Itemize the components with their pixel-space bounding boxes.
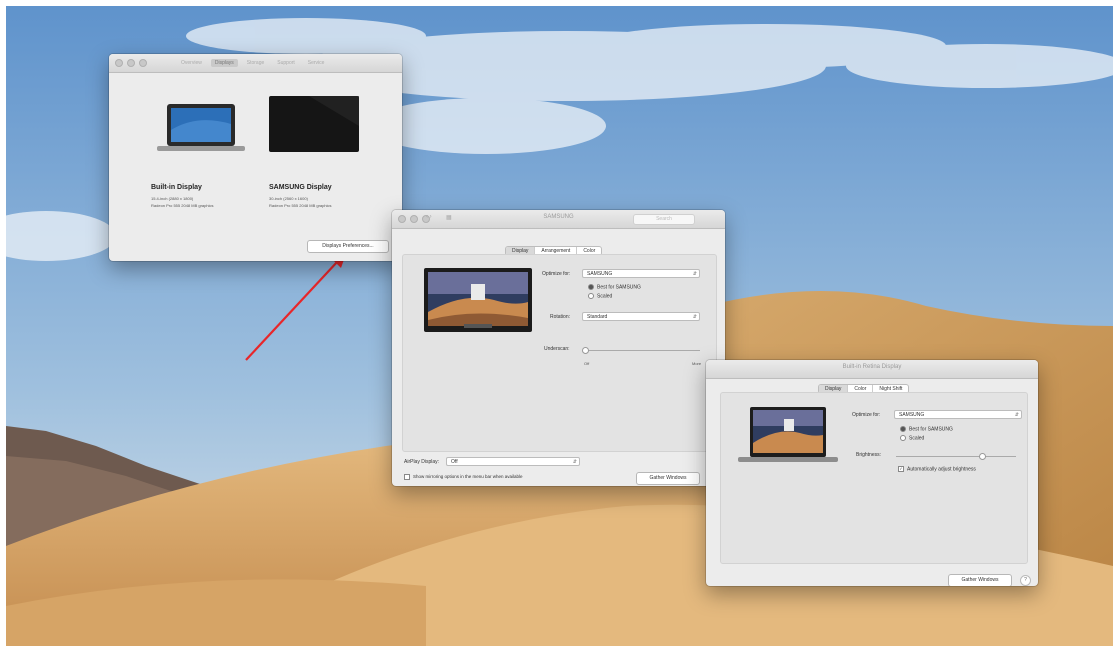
- airplay-select[interactable]: Off ⇵: [446, 457, 580, 466]
- optimize-label: Optimize for:: [542, 271, 571, 277]
- builtin-radio-scaled-label: Scaled: [909, 435, 925, 442]
- samsung-display-size: 30-inch (2560 x 1600): [269, 196, 308, 201]
- builtin-display-size: 15.4-inch (2880 x 1800): [151, 196, 194, 201]
- builtin-radio-best-label: Best for SAMSUNG: [909, 426, 953, 433]
- zoom-window-icon[interactable]: [139, 59, 147, 67]
- close-window-icon[interactable]: [115, 59, 123, 67]
- select-chevron-icon: ⇵: [572, 459, 577, 465]
- laptop-icon: [157, 104, 245, 151]
- gather-windows-button[interactable]: Gather Windows: [636, 472, 700, 485]
- rotation-label: Rotation:: [550, 314, 571, 320]
- radio-unselected-icon: [900, 435, 906, 441]
- checkbox-checked-icon: ✓: [898, 466, 904, 472]
- underscan-slider-track[interactable]: [584, 350, 700, 351]
- about-titlebar: Overview Displays Storage Support Servic…: [109, 54, 402, 73]
- builtin-radio-best[interactable]: Best for SAMSUNG: [900, 426, 953, 432]
- brightness-label: Brightness:: [856, 452, 882, 458]
- samsung-display-name: SAMSUNG Display: [269, 184, 332, 191]
- radio-scaled-label: Scaled: [597, 293, 613, 300]
- builtin-window-title: Built-in Retina Display: [842, 364, 902, 370]
- select-chevron-icon: ⇵: [692, 314, 697, 320]
- builtin-optimize-value: SAMSUNG: [899, 412, 925, 418]
- screenshot-frame: Overview Displays Storage Support Servic…: [6, 6, 1113, 646]
- gather-windows-button[interactable]: Gather Windows: [948, 574, 1012, 586]
- samsung-titlebar: ‹ › ▦ SAMSUNG Search: [392, 210, 725, 229]
- laptop-preview-icon: [738, 407, 838, 462]
- underscan-more-label: More: [692, 361, 702, 366]
- rotation-select[interactable]: Standard ⇵: [582, 312, 700, 321]
- airplay-select-value: Off: [451, 459, 458, 465]
- underscan-slider-knob[interactable]: [582, 347, 589, 354]
- displays-preferences-button[interactable]: Displays Preferences...: [307, 240, 389, 253]
- builtin-display-name: Built-in Display: [151, 184, 202, 191]
- tab-overview[interactable]: Overview: [177, 59, 206, 67]
- tab-displays[interactable]: Displays: [210, 59, 238, 67]
- arrow-line: [245, 260, 339, 361]
- airplay-label: AirPlay Display:: [404, 459, 440, 465]
- radio-scaled[interactable]: Scaled: [588, 293, 612, 299]
- tab-service[interactable]: Service: [304, 59, 329, 67]
- samsung-display-prefs-window: ‹ › ▦ SAMSUNG Search Display Arrangement…: [392, 210, 725, 486]
- radio-best-label: Best for SAMSUNG: [597, 284, 641, 291]
- radio-best-for-samsung[interactable]: Best for SAMSUNG: [588, 284, 641, 290]
- tab-storage[interactable]: Storage: [243, 59, 269, 67]
- select-chevron-icon: ⇵: [692, 271, 697, 277]
- tab-support[interactable]: Support: [273, 59, 299, 67]
- builtin-titlebar: Built-in Retina Display: [706, 360, 1038, 379]
- window-controls: [115, 59, 147, 67]
- radio-selected-icon: [588, 284, 594, 290]
- monitor-preview-icon: [424, 268, 532, 332]
- builtin-display-prefs-window: Built-in Retina Display Display Color Ni…: [706, 360, 1038, 586]
- search-input[interactable]: Search: [633, 214, 695, 225]
- auto-brightness-checkbox[interactable]: ✓ Automatically adjust brightness: [898, 466, 976, 472]
- help-icon[interactable]: ?: [1020, 575, 1031, 586]
- minimize-window-icon[interactable]: [127, 59, 135, 67]
- about-toolbar-tabs: Overview Displays Storage Support Servic…: [177, 59, 328, 67]
- external-monitor-icon: [269, 96, 359, 152]
- brightness-slider-track[interactable]: [896, 456, 1016, 457]
- about-this-mac-displays-window: Overview Displays Storage Support Servic…: [109, 54, 402, 261]
- select-chevron-icon: ⇵: [1014, 412, 1019, 418]
- builtin-optimize-select[interactable]: SAMSUNG ⇵: [894, 410, 1022, 419]
- checkbox-icon: [404, 474, 410, 480]
- mirroring-option-checkbox[interactable]: Show mirroring options in the menu bar w…: [404, 474, 523, 480]
- rotation-select-value: Standard: [587, 314, 608, 320]
- builtin-display-graphics: Radeon Pro 555 2048 MB graphics: [151, 203, 214, 208]
- mirroring-option-label: Show mirroring options in the menu bar w…: [413, 474, 523, 480]
- radio-selected-icon: [900, 426, 906, 432]
- auto-brightness-label: Automatically adjust brightness: [907, 466, 976, 473]
- builtin-optimize-label: Optimize for:: [852, 412, 881, 418]
- underscan-off-label: Off: [584, 361, 590, 366]
- optimize-select-value: SAMSUNG: [587, 271, 613, 277]
- samsung-display-graphics: Radeon Pro 555 2048 MB graphics: [269, 203, 332, 208]
- radio-unselected-icon: [588, 293, 594, 299]
- optimize-select[interactable]: SAMSUNG ⇵: [582, 269, 700, 278]
- builtin-radio-scaled[interactable]: Scaled: [900, 435, 924, 441]
- underscan-label: Underscan:: [544, 346, 570, 352]
